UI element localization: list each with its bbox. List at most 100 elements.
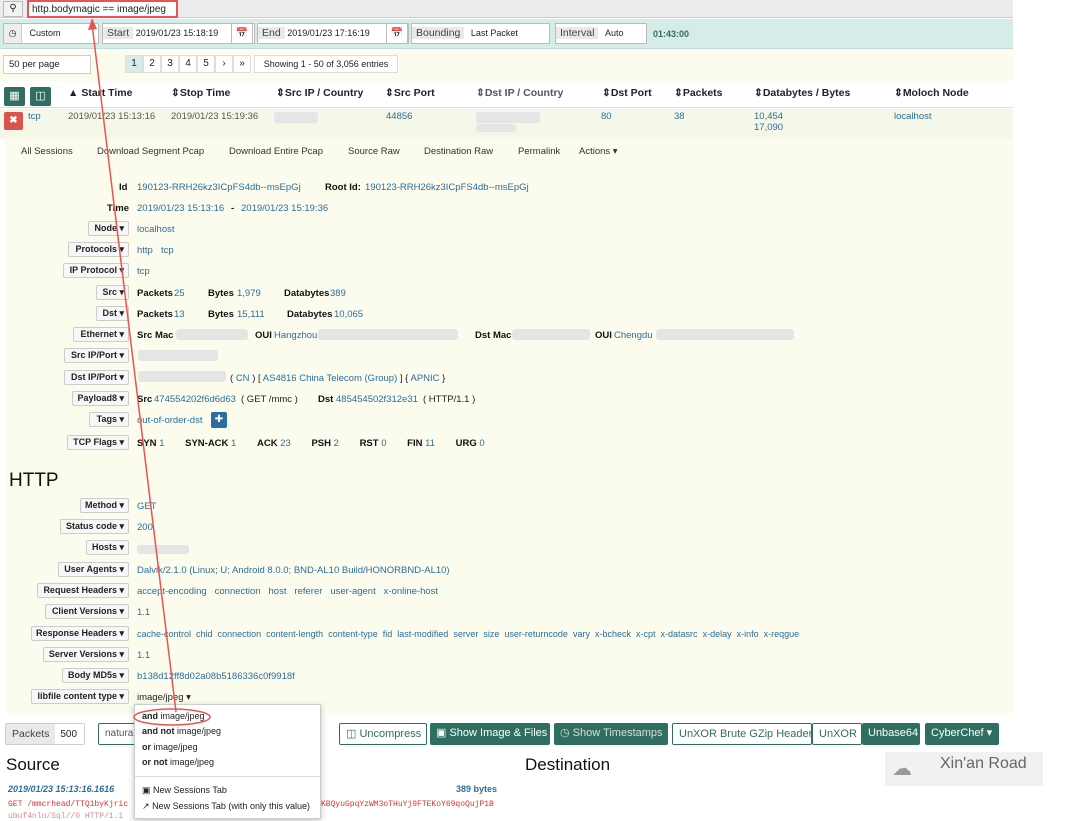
protocol-tcp[interactable]: tcp (161, 245, 174, 256)
calendar-icon[interactable]: 📅 (231, 23, 253, 44)
next-page[interactable]: › (215, 55, 233, 73)
dst-asn[interactable]: AS4816 China Telecom (Group) (263, 373, 397, 384)
root-id-value[interactable]: 190123-RRH26kz3ICpFS4db--msEpGj (365, 182, 529, 193)
tab-all-sessions[interactable]: All Sessions (21, 146, 73, 157)
dst-rir[interactable]: APNIC (410, 373, 439, 384)
user-agent-value[interactable]: Dalvik/2.1.0 (Linux; U; Android 8.0.0; B… (137, 565, 450, 576)
flag-count[interactable]: 1 (159, 438, 164, 449)
show-timestamps-button[interactable]: ◷ Show Timestamps (554, 723, 668, 745)
menu-item-and[interactable]: and image/jpeg (142, 711, 205, 721)
tab-source-raw[interactable]: Source Raw (348, 146, 400, 157)
tag-value[interactable]: out-of-order-dst (137, 415, 202, 426)
per-page-select[interactable]: 50 per page (3, 55, 91, 74)
flag-count[interactable]: 0 (479, 438, 484, 449)
node-value[interactable]: localhost (137, 224, 175, 235)
interval-field[interactable]: Interval Auto (555, 23, 647, 44)
row-src-port[interactable]: 44856 (386, 111, 412, 122)
payload-src[interactable]: 474554202f6d6d63 (154, 394, 236, 405)
tab-permalink[interactable]: Permalink (518, 146, 560, 157)
header-item[interactable]: x-bcheck (595, 629, 631, 639)
dst-ip-port-field-button[interactable]: Dst IP/Port ▾ (64, 370, 129, 385)
packets-count-field[interactable]: Packets 500 (5, 723, 85, 745)
time-range-select[interactable]: ◷ Custom (3, 23, 99, 44)
unxor-gzip-button[interactable]: UnXOR Brute GZip Header (672, 723, 812, 745)
header-item[interactable]: accept-encoding (137, 586, 207, 597)
header-item[interactable]: fid (383, 629, 393, 639)
header-item[interactable]: x-cpt (636, 629, 656, 639)
col-dst-port[interactable]: ⇕Dst Port (602, 87, 652, 99)
col-stop-time[interactable]: ⇕Stop Time (171, 87, 230, 99)
col-src-port[interactable]: ⇕Src Port (385, 87, 435, 99)
ip-protocol-value[interactable]: tcp (137, 266, 150, 277)
search-input[interactable]: http.bodymagic == image/jpeg (27, 0, 178, 18)
tags-field-button[interactable]: Tags ▾ (89, 412, 129, 427)
natural-view-button[interactable]: natura (98, 723, 138, 745)
calendar-icon[interactable]: 📅 (386, 23, 408, 44)
col-dst-ip[interactable]: ⇕Dst IP / Country (476, 87, 563, 99)
ethernet-field-button[interactable]: Ethernet ▾ (73, 327, 129, 342)
payload8-field-button[interactable]: Payload8 ▾ (72, 391, 129, 406)
method-field-button[interactable]: Method ▾ (80, 498, 129, 513)
header-item[interactable]: x-delay (703, 629, 732, 639)
bounding-field[interactable]: Bounding Last Packet (411, 23, 550, 44)
header-item[interactable]: chid (196, 629, 213, 639)
header-item[interactable]: connection (215, 586, 261, 597)
server-versions-field-button[interactable]: Server Versions ▾ (43, 647, 129, 662)
header-item[interactable]: x-online-host (384, 586, 438, 597)
flag-count[interactable]: 11 (425, 438, 435, 449)
page-5[interactable]: 5 (197, 55, 215, 73)
server-version-value[interactable]: 1.1 (137, 650, 150, 661)
header-item[interactable]: size (483, 629, 499, 639)
dst-oui[interactable]: Chengdu (614, 330, 653, 341)
header-item[interactable]: connection (218, 629, 262, 639)
page-2[interactable]: 2 (143, 55, 161, 73)
src-field-button[interactable]: Src ▾ (96, 285, 129, 300)
request-headers-field-button[interactable]: Request Headers ▾ (37, 583, 129, 598)
client-version-value[interactable]: 1.1 (137, 607, 150, 618)
header-item[interactable]: cache-control (137, 629, 191, 639)
col-bytes[interactable]: ⇕Databytes / Bytes (754, 87, 850, 99)
src-oui[interactable]: Hangzhou (274, 330, 317, 341)
header-item[interactable]: user-agent (330, 586, 375, 597)
page-1[interactable]: 1 (125, 55, 143, 73)
search-icon[interactable]: ⚲ (3, 1, 23, 17)
status-code-field-button[interactable]: Status code ▾ (60, 519, 129, 534)
tab-download-segment[interactable]: Download Segment Pcap (97, 146, 204, 157)
show-image-button[interactable]: ▣ Show Image & Files (430, 723, 550, 745)
menu-new-sessions-tab[interactable]: ▣ New Sessions Tab (142, 785, 227, 796)
flag-count[interactable]: 2 (334, 438, 339, 449)
hosts-field-button[interactable]: Hosts ▾ (86, 540, 129, 555)
unxor-button[interactable]: UnXOR (812, 723, 862, 745)
add-tag-icon[interactable]: ✚ (211, 412, 227, 428)
row-protocol[interactable]: tcp (28, 111, 41, 122)
protocol-http[interactable]: http (137, 245, 153, 256)
ip-protocol-field-button[interactable]: IP Protocol ▾ (63, 263, 129, 278)
page-4[interactable]: 4 (179, 55, 197, 73)
header-item[interactable]: server (453, 629, 478, 639)
tab-destination-raw[interactable]: Destination Raw (424, 146, 493, 157)
tab-actions[interactable]: Actions ▾ (579, 146, 618, 157)
header-item[interactable]: content-type (328, 629, 378, 639)
columns-icon[interactable]: ◫ (30, 87, 51, 106)
flag-count[interactable]: 0 (381, 438, 386, 449)
tcp-flags-field-button[interactable]: TCP Flags ▾ (67, 435, 129, 450)
payload-dst[interactable]: 485454502f312e31 (336, 394, 418, 405)
src-ip-port-field-button[interactable]: Src IP/Port ▾ (64, 348, 129, 363)
flag-count[interactable]: 1 (231, 438, 236, 449)
header-item[interactable]: host (269, 586, 287, 597)
col-start-time[interactable]: ▲ Start Time (68, 87, 132, 99)
content-type-value[interactable]: image/jpeg ▾ (137, 692, 191, 703)
page-3[interactable]: 3 (161, 55, 179, 73)
col-node[interactable]: ⇕Moloch Node (894, 87, 969, 99)
body-md5s-field-button[interactable]: Body MD5s ▾ (62, 668, 129, 683)
dst-country[interactable]: CN (236, 373, 250, 384)
row-dst-port[interactable]: 80 (601, 111, 612, 122)
client-versions-field-button[interactable]: Client Versions ▾ (45, 604, 129, 619)
menu-new-sessions-tab-only[interactable]: ↗ New Sessions Tab (with only this value… (142, 801, 310, 812)
header-item[interactable]: user-returncode (504, 629, 568, 639)
user-agents-field-button[interactable]: User Agents ▾ (58, 562, 129, 577)
header-item[interactable]: last-modified (397, 629, 448, 639)
menu-item-or[interactable]: or image/jpeg (142, 742, 198, 752)
col-src-ip[interactable]: ⇕Src IP / Country (276, 87, 363, 99)
id-value[interactable]: 190123-RRH26kz3ICpFS4db--msEpGj (137, 182, 301, 193)
